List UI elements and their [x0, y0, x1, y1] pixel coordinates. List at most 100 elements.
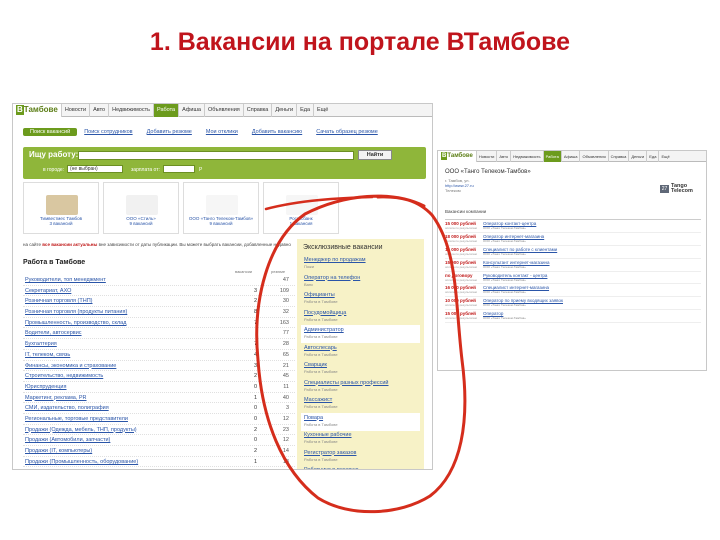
category-link[interactable]: Продажи (Промышленность, оборудование) — [25, 459, 138, 465]
tab-3[interactable]: Мои отклики — [199, 128, 245, 136]
vacancy-count: 4 — [253, 351, 257, 358]
resume-count: 40 — [282, 394, 289, 401]
exclusive-title-link[interactable]: Автослесарь — [304, 345, 420, 352]
category-link[interactable]: Секретариат, АХО — [25, 288, 71, 294]
exclusive-title-link[interactable]: Официанты — [304, 292, 420, 299]
featured-employer[interactable]: ООО «Танго Телеком-Тамбов» 9 вакансий — [183, 182, 259, 234]
featured-employer[interactable]: ООО «Стиль» 9 вакансий — [103, 182, 179, 234]
exclusive-title-link[interactable]: Посудомойщица — [304, 310, 420, 317]
exclusive-title-link[interactable]: Администратор — [304, 327, 420, 334]
job-tabs: Поиск вакансий Поиск сотрудников Добавить … — [23, 128, 385, 136]
nav-item[interactable]: Ещё — [313, 104, 331, 117]
nav-item[interactable]: Справка — [607, 151, 629, 162]
category-link[interactable]: Продажи (Автомобили, запчасти) — [25, 437, 110, 443]
category-link[interactable]: Финансы, экономика и страхование — [25, 363, 116, 369]
tab-5[interactable]: Сачать образец резюме — [309, 128, 385, 136]
col-vacancies: вакансии — [235, 269, 253, 274]
exclusive-title-link[interactable]: Повара — [304, 415, 420, 422]
city-select[interactable]: (не выбран) — [67, 165, 123, 173]
nav-item[interactable]: Работа — [542, 151, 561, 162]
resume-count: 12 — [282, 415, 289, 422]
category-link[interactable]: Розничная торговля (ТНП) — [25, 298, 93, 304]
resume-count: 21 — [282, 362, 289, 369]
table-row: Продажи (Одежда, мебель, ТНП, продукты) 2… — [23, 425, 295, 436]
nav-item[interactable]: Ещё — [658, 151, 671, 162]
exclusive-item[interactable]: Повара Работа в Тамбове — [301, 412, 420, 431]
exclusive-title-link[interactable]: Специалисты разных профессий — [304, 380, 420, 387]
table-row: Продажи (Промышленность, оборудование) 1 1… — [23, 457, 295, 468]
nav-item[interactable]: Новости — [475, 151, 496, 162]
category-link[interactable]: Розничная торговля (продукты питания) — [25, 309, 127, 315]
exclusive-item[interactable]: Кухонные рабочие Работа в Тамбове — [301, 430, 420, 448]
exclusive-title-link[interactable]: Кухонные рабочие — [304, 432, 420, 439]
tab-2[interactable]: Добавить резюме — [140, 128, 199, 136]
resume-count: 163 — [279, 319, 289, 326]
tab-1[interactable]: Поиск сотрудников — [77, 128, 139, 136]
tab-0[interactable]: Поиск вакансий — [23, 128, 78, 136]
exclusive-item[interactable]: Администратор Работа в Тамбове — [301, 325, 420, 343]
list-item: 15 000 рублей оплата по результатам Консул… — [445, 259, 701, 272]
category-link[interactable]: Юриспруденция — [25, 384, 67, 390]
exclusive-item[interactable]: Посудомойщица Работа в Тамбове — [301, 308, 420, 326]
exclusive-title-link[interactable]: Сварщик — [304, 362, 420, 369]
currency-label: Р — [199, 167, 203, 173]
nav-item[interactable]: Объявления — [203, 104, 243, 117]
exclusive-title-link[interactable]: Массажист — [304, 397, 420, 404]
category-link[interactable]: Региональные, торговые представители — [25, 416, 128, 422]
exclusive-item[interactable]: Сварщик Работа в Тамбове — [301, 360, 420, 378]
nav-item[interactable]: Объявления — [579, 151, 607, 162]
vacancy-comp: ООО «Танго Телеком-Тамбов» — [483, 316, 526, 321]
exclusive-item[interactable]: Менеджер по продажам Пожи — [301, 255, 420, 273]
vacancy-count: 7 — [253, 341, 257, 348]
exclusive-title-link[interactable]: Регистратор заказов — [304, 450, 420, 457]
nav-item[interactable]: Еда — [646, 151, 658, 162]
find-button[interactable]: Найти — [358, 150, 392, 160]
nav-item[interactable]: Деньги — [271, 104, 296, 117]
vacancy-count: 0 — [253, 437, 257, 444]
category-link[interactable]: Руководители, топ менеджмент — [25, 277, 106, 283]
nav-item[interactable]: Новости — [60, 104, 89, 117]
nav-item[interactable]: Недвижимость — [510, 151, 543, 162]
nav-item[interactable]: Работа — [152, 104, 179, 117]
exclusive-title-link[interactable]: Менеджер по продажам — [304, 257, 420, 264]
exclusive-item[interactable]: Массажист Работа в Тамбове — [301, 395, 420, 413]
exclusive-item[interactable]: Регистратор заказов Работа в Тамбове — [301, 448, 420, 466]
salary-input[interactable] — [163, 165, 195, 173]
featured-employer[interactable]: Тимвестмес Тамбов 3 вакансий — [23, 182, 99, 234]
vacancy-comp: ООО «Танго Телеком-Тамбов» — [483, 303, 526, 308]
company-page-screenshot: В Тамбове Новости Авто Недвижимость Работа Аф… — [437, 150, 707, 371]
company-name: ООО «Танго Телеком-Тамбов» — [445, 169, 531, 175]
category-link[interactable]: Маркетинг, реклама, PR — [25, 395, 87, 401]
nav-item[interactable]: Справка — [242, 104, 272, 117]
category-link[interactable]: Продажи (Одежда, мебель, ТНП, продукты) — [25, 427, 137, 433]
exclusive-title-link[interactable]: Работники в пекарню — [304, 467, 420, 469]
exclusive-item[interactable]: Работники в пекарнюРабота в Тамбове — [301, 465, 420, 469]
nav-item[interactable]: Недвижимость — [108, 104, 153, 117]
site-logo-2[interactable]: В Тамбове — [438, 151, 476, 163]
nav-item[interactable]: Афиша — [560, 151, 580, 162]
job-search-input[interactable] — [78, 151, 354, 160]
exclusive-item[interactable]: Оператор на телефон Ванс — [301, 273, 420, 291]
exclusive-title-link[interactable]: Оператор на телефон — [304, 275, 420, 282]
category-link[interactable]: Строительство, недвижимость — [25, 373, 103, 379]
category-link[interactable]: СМИ, издательство, полиграфия — [25, 405, 109, 411]
nav-item[interactable]: Еда — [296, 104, 313, 117]
nav-item[interactable]: Деньги — [628, 151, 646, 162]
exclusive-item[interactable]: Специалисты разных профессий Работа в Там… — [301, 378, 420, 396]
category-link[interactable]: Продажи (IT, компьютеры) — [25, 448, 92, 454]
site-logo[interactable]: В Тамбове — [13, 104, 61, 117]
category-link[interactable]: IT, телеком, связь — [25, 352, 70, 358]
exclusive-item[interactable]: Официанты Работа в Тамбове — [301, 290, 420, 308]
exclusive-item[interactable]: Автослесарь Работа в Тамбове — [301, 343, 420, 361]
table-row: Водители, автосервис 77 — [23, 328, 295, 340]
nav-item[interactable]: Авто — [89, 104, 108, 117]
nav-item[interactable]: Афиша — [178, 104, 204, 117]
tab-4[interactable]: Добавить вакансию — [245, 128, 309, 136]
category-link[interactable]: Водители, автосервис — [25, 330, 82, 336]
exclusive-company: Ванс — [304, 281, 314, 287]
nav-item[interactable]: Авто — [496, 151, 510, 162]
category-link[interactable]: Промышленность, производство, склад — [25, 320, 126, 326]
category-link[interactable]: Бухгалтерия — [25, 341, 57, 347]
list-item: 18 000 рублей оплата по результатам Операт… — [445, 233, 701, 246]
featured-employer[interactable]: Росгосбанк 1 вакансия — [263, 182, 339, 234]
